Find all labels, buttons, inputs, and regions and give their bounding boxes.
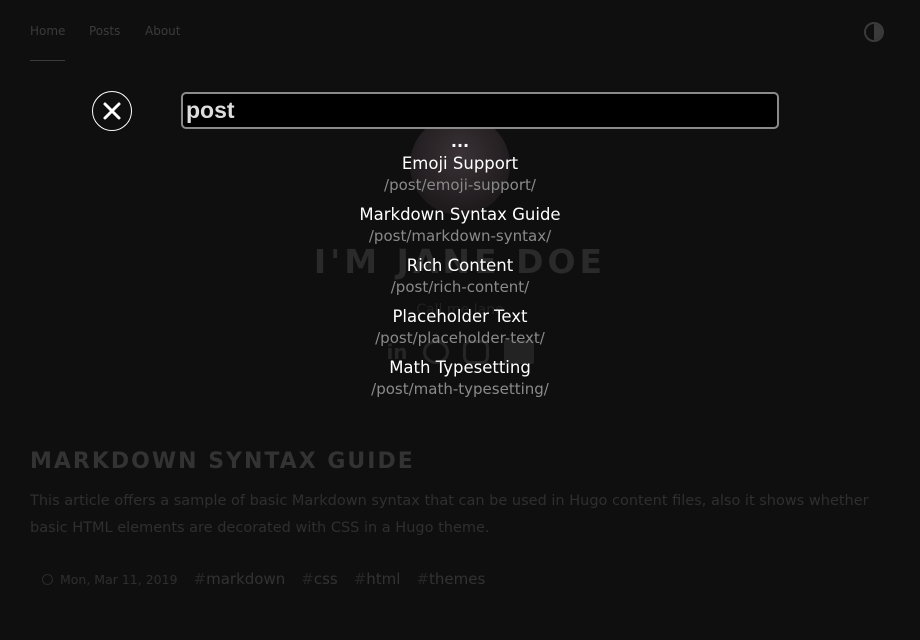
nav-posts[interactable]: Posts (89, 24, 120, 38)
search-input[interactable] (181, 92, 779, 129)
tag-markdown[interactable]: #markdown (194, 570, 286, 588)
search-result[interactable]: Markdown Syntax Guide/post/markdown-synt… (0, 205, 920, 256)
search-result[interactable]: Rich Content/post/rich-content/ (0, 256, 920, 307)
nav-about[interactable]: About (145, 24, 180, 38)
search-result[interactable]: Placeholder Text/post/placeholder-text/ (0, 307, 920, 358)
article-description: This article offers a sample of basic Ma… (30, 493, 869, 536)
search-result[interactable]: Emoji Support/post/emoji-support/ (0, 154, 920, 205)
tag-themes[interactable]: #themes (416, 570, 485, 588)
article-title[interactable]: MARKDOWN SYNTAX GUIDE (30, 449, 415, 474)
tag-css[interactable]: #css (301, 570, 337, 588)
article-meta: Mon, Mar 11, 2019 #markdown #css #html #… (42, 570, 485, 588)
search-results: ... Emoji Support/post/emoji-support/ Ma… (0, 132, 920, 409)
contrast-half-circle-icon[interactable] (864, 22, 884, 42)
nav-home[interactable]: Home (30, 24, 65, 38)
close-circle-icon[interactable] (92, 91, 132, 131)
search-result[interactable]: Math Typesetting/post/math-typesetting/ (0, 358, 920, 409)
clock-icon (42, 573, 53, 585)
results-ellipsis: ... (450, 132, 470, 151)
tag-html[interactable]: #html (354, 570, 401, 588)
active-nav-underline (30, 60, 65, 61)
article-date: Mon, Mar 11, 2019 (60, 571, 178, 587)
